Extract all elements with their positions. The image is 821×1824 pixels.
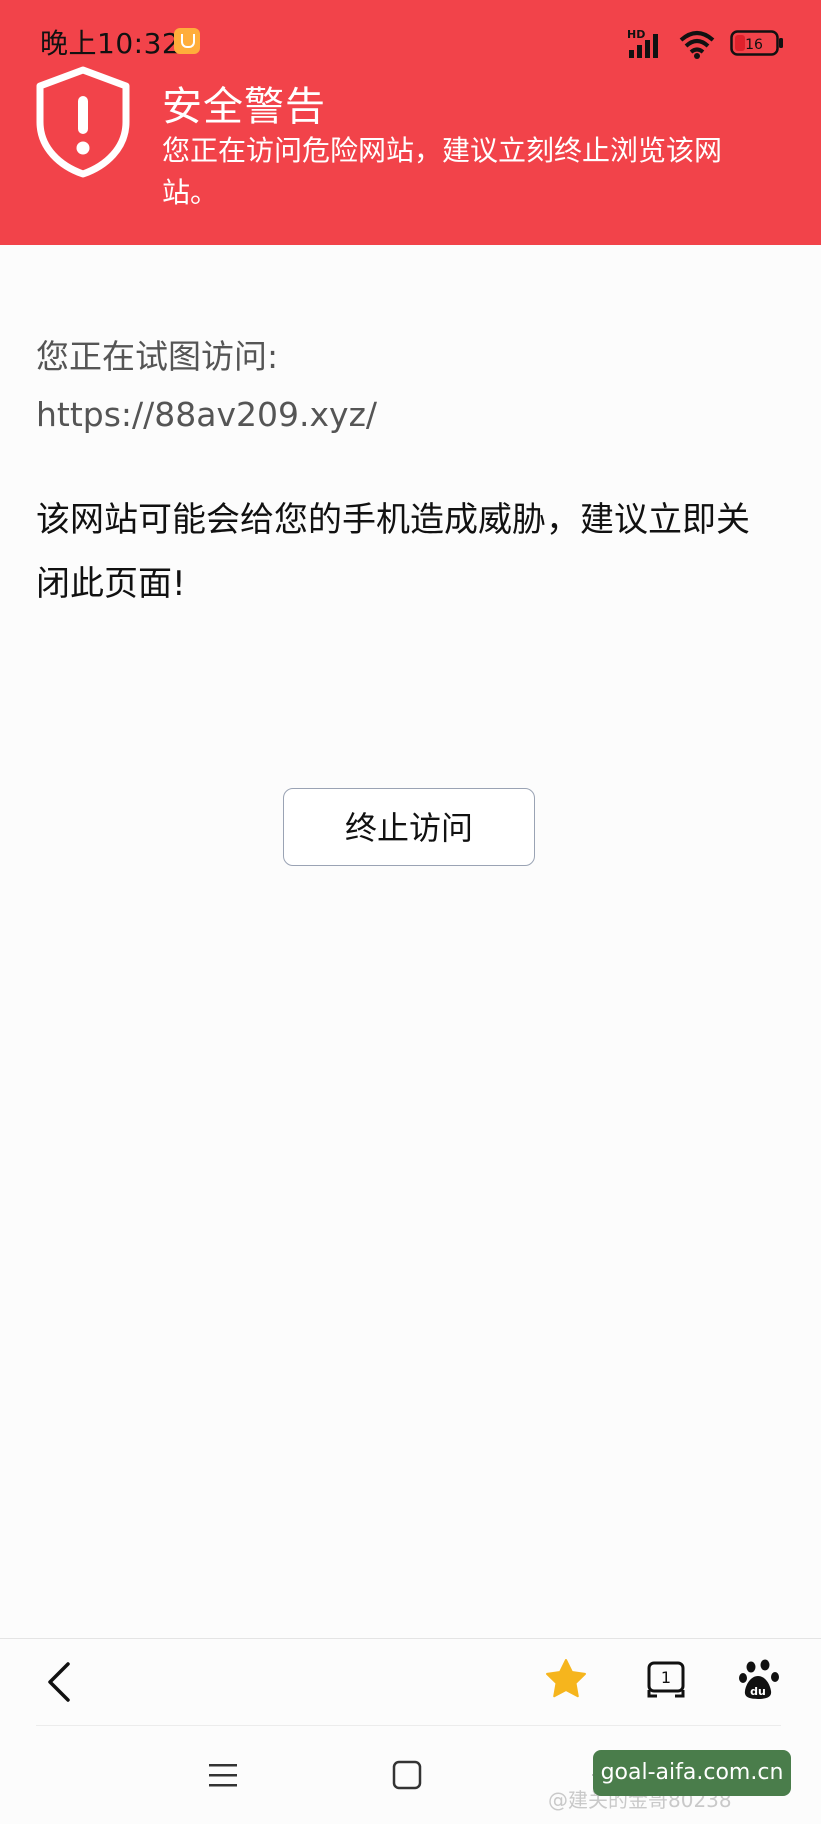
shield-warning-icon	[36, 66, 130, 178]
notification-app-icon	[174, 28, 200, 54]
toolbar-divider	[0, 1638, 821, 1639]
menu-icon[interactable]	[198, 1750, 248, 1800]
svg-text:du: du	[750, 1685, 766, 1698]
network-hd-label: HD	[627, 28, 646, 41]
nav-divider	[36, 1725, 781, 1726]
warning-message: 该网站可能会给您的手机造成威胁，建议立即关闭此页面!	[36, 500, 750, 604]
target-label: 您正在试图访问:	[36, 337, 279, 376]
header-description: 您正在访问危险网站，建议立刻终止浏览该网站。	[162, 134, 723, 209]
wifi-icon	[679, 31, 715, 59]
target-url: https://88av209.xyz/	[36, 395, 378, 434]
watermark-badge: goal-aifa.com.cn	[593, 1750, 791, 1796]
baidu-paw-icon[interactable]: du	[730, 1650, 790, 1710]
back-arrow-icon[interactable]	[30, 1652, 90, 1712]
status-time: 晚上10:32	[40, 27, 181, 60]
tabs-icon[interactable]: 1	[636, 1650, 696, 1710]
tab-count: 1	[661, 1668, 671, 1687]
header-title: 安全警告	[162, 84, 326, 130]
battery-icon: 16	[730, 30, 783, 56]
stop-visit-button[interactable]: 终止访问	[283, 788, 535, 866]
battery-level: 16	[745, 37, 763, 53]
security-warning-header: 晚上10:32 HD 16 安全警告 您正在访问危险网站，建议立刻终止浏览该网站…	[0, 0, 821, 245]
home-square-icon[interactable]	[382, 1750, 432, 1800]
bookmark-star-icon[interactable]	[536, 1650, 596, 1710]
